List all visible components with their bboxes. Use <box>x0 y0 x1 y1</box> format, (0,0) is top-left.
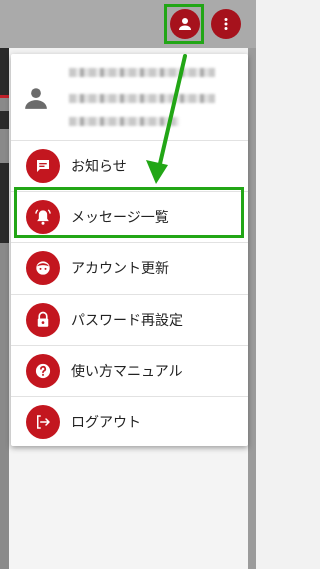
annotation-arrow <box>146 54 187 184</box>
